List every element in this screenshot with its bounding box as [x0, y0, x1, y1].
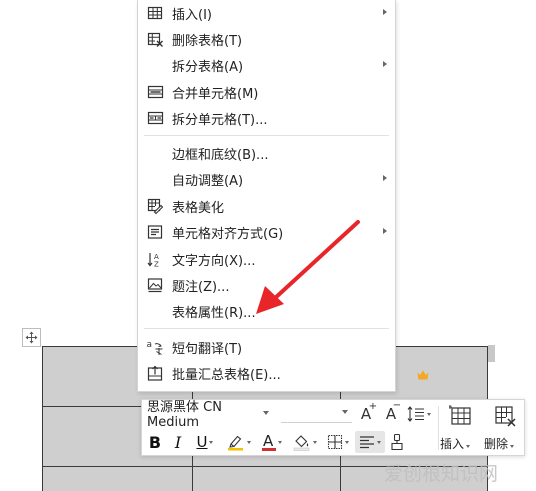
italic-icon: I [174, 432, 182, 452]
move-arrows-icon [25, 331, 38, 344]
cell-shading-button[interactable] [290, 431, 320, 453]
menu-item-text-direction[interactable]: AZ 文字方向(X)... [138, 246, 395, 272]
chevron-down-icon [263, 411, 269, 415]
shrink-font-icon: A − [385, 400, 402, 423]
menu-item-table-beautify[interactable]: 表格美化 [138, 193, 395, 219]
format-painter-icon [391, 433, 403, 451]
borders-icon [327, 434, 343, 450]
delete-button-label: 删除 [484, 435, 528, 452]
table-beautify-icon [146, 197, 164, 215]
translate-icon: a [146, 338, 164, 356]
menu-item-auto-fit[interactable]: 自动调整(A) [138, 166, 395, 192]
crown-icon [417, 365, 429, 384]
menu-item-label: 删除表格(T) [172, 33, 243, 49]
grow-font-button[interactable]: A + [355, 401, 378, 425]
cell-align-icon [146, 223, 164, 241]
menu-item-batch-summary[interactable]: 批量汇总表格(E)... [138, 360, 395, 386]
menu-item-label: 插入(I) [172, 7, 212, 23]
align-button[interactable] [355, 431, 385, 453]
chevron-down-icon [247, 440, 251, 444]
table-context-menu: 插入(I) 删除表格(T) 拆分表格(A) 合并单元格(M) 拆分单元格(T).… [137, 0, 429, 392]
line-spacing-icon [407, 406, 424, 422]
bold-button[interactable]: B [146, 431, 164, 453]
menu-item-label: 单元格对齐方式(G) [172, 226, 284, 242]
chevron-down-icon [377, 440, 381, 444]
submenu-arrow-icon [383, 9, 387, 15]
insert-table-icon [146, 4, 164, 22]
toolbar-divider [438, 406, 439, 450]
delete-button[interactable]: 删除 [484, 402, 526, 454]
font-color-icon: A [262, 432, 276, 451]
paint-bucket-icon [293, 435, 310, 451]
menu-separator [144, 328, 389, 329]
delete-table-icon [146, 30, 164, 48]
font-size-select[interactable] [281, 403, 352, 423]
menu-item-label: 文字方向(X)... [172, 253, 256, 269]
menu-item-label: 短句翻译(T) [172, 341, 243, 357]
table-resize-handle[interactable] [488, 345, 495, 362]
caption-icon [146, 276, 164, 294]
chevron-down-icon [427, 412, 431, 416]
menu-item-split-table[interactable]: 拆分表格(A) [138, 52, 395, 78]
grow-font-icon: A + [360, 401, 378, 423]
menu-item-label: 批量汇总表格(E)... [172, 367, 281, 383]
menu-item-label: 自动调整(A) [172, 173, 244, 189]
menu-item-label: 表格属性(R)... [172, 305, 256, 321]
font-name-value: 思源黑体 CN Medium [147, 400, 222, 430]
delete-table-large-icon [495, 406, 516, 427]
menu-item-caption[interactable]: 题注(Z)... [138, 272, 395, 298]
italic-button[interactable]: I [169, 431, 187, 453]
menu-item-label: 表格美化 [172, 200, 225, 216]
font-name-select[interactable]: 思源黑体 CN Medium [144, 400, 274, 430]
menu-item-translate[interactable]: a 短句翻译(T) [138, 334, 395, 360]
submenu-arrow-icon [383, 228, 387, 234]
shrink-font-button[interactable]: A − [380, 400, 402, 425]
insert-table-large-icon [449, 405, 471, 425]
floating-format-toolbar: 思源黑体 CN Medium A + A − B I U A 插入 删除 [141, 399, 525, 456]
highlight-button[interactable] [224, 431, 254, 453]
underline-button[interactable]: U [192, 431, 218, 453]
menu-item-label: 合并单元格(M) [172, 86, 259, 102]
menu-item-borders-shading[interactable]: 边框和底纹(B)... [138, 140, 395, 166]
chevron-down-icon [342, 410, 348, 414]
menu-item-delete-table[interactable]: 删除表格(T) [138, 26, 395, 52]
menu-item-label: 边框和底纹(B)... [172, 147, 269, 163]
menu-item-split-cells[interactable]: 拆分单元格(T)... [138, 105, 395, 131]
menu-item-insert[interactable]: 插入(I) [138, 0, 395, 26]
insert-button-label: 插入 [440, 435, 484, 452]
line-spacing-button[interactable] [404, 403, 434, 425]
menu-item-label: 拆分单元格(T)... [172, 112, 268, 128]
borders-button[interactable] [324, 431, 352, 453]
batch-summary-icon [146, 364, 164, 382]
menu-item-label: 题注(Z)... [172, 279, 230, 295]
align-left-icon [360, 436, 374, 449]
chevron-down-icon [278, 440, 282, 444]
merge-cells-icon [146, 83, 164, 101]
font-color-button[interactable]: A [258, 431, 286, 453]
menu-separator [144, 135, 389, 136]
submenu-arrow-icon [383, 61, 387, 67]
insert-button[interactable]: 插入 [440, 402, 482, 454]
split-cells-icon [146, 109, 164, 127]
chevron-down-icon [209, 440, 214, 444]
svg-text:a: a [147, 340, 153, 350]
text-direction-icon: AZ [146, 250, 164, 268]
table-move-handle[interactable] [22, 328, 41, 347]
menu-item-merge-cells[interactable]: 合并单元格(M) [138, 79, 395, 105]
menu-item-cell-alignment[interactable]: 单元格对齐方式(G) [138, 219, 395, 245]
menu-item-label: 拆分表格(A) [172, 59, 244, 75]
svg-text:Z: Z [154, 260, 159, 268]
highlighter-icon [228, 435, 243, 451]
menu-item-table-properties[interactable]: 表格属性(R)... [138, 298, 395, 324]
submenu-arrow-icon [383, 175, 387, 181]
chevron-down-icon [313, 440, 317, 444]
underline-icon: U [196, 433, 208, 451]
bold-icon: B [148, 432, 162, 452]
watermark: 爱创根知识网 [384, 463, 499, 485]
format-painter-button[interactable] [388, 431, 406, 453]
chevron-down-icon [345, 440, 349, 444]
